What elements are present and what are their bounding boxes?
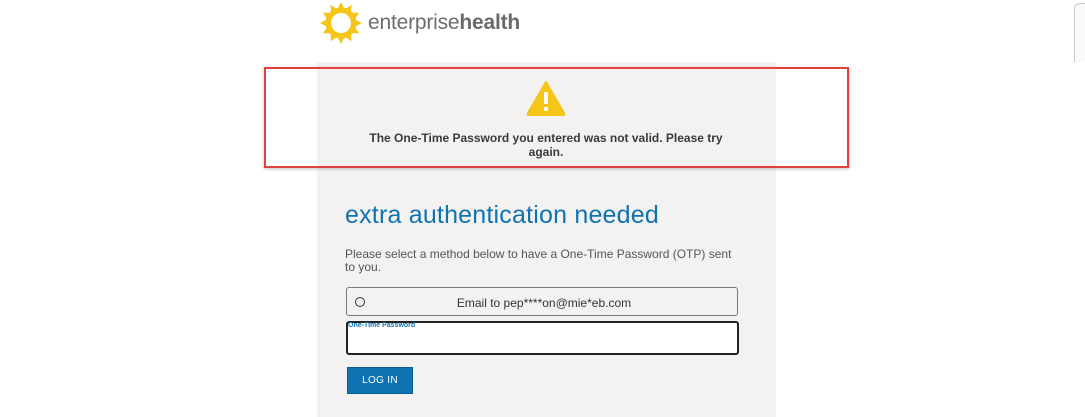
login-button[interactable]: LOG IN [347,367,413,394]
warning-icon [526,81,566,116]
otp-field-label: One-Time Password [348,322,416,329]
logo-text-bold: health [459,11,521,34]
otp-method-email-option[interactable]: Email to pep****on@mie*eb.com [346,287,738,316]
sun-logo-icon [320,2,362,44]
window-edge [1074,3,1085,62]
otp-input[interactable] [352,333,733,351]
instructions-text: Please select a method below to have a O… [345,247,732,274]
otp-field[interactable]: One-Time Password [346,321,739,355]
logo-text-regular: enterprise [368,11,460,34]
logo-wordmark: enterprisehealth [368,11,520,35]
page: enterprisehealth The One-Time Password y… [0,0,1085,417]
method-label: Email to pep****on@mie*eb.com [456,296,632,310]
error-message: The One-Time Password you entered was no… [369,131,723,159]
page-title: extra authentication needed [345,201,659,229]
enterprisehealth-logo: enterprisehealth [320,1,520,45]
